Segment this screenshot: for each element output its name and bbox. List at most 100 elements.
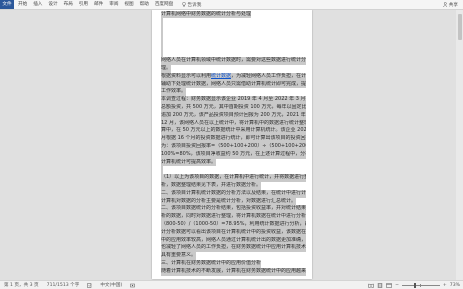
tab-baidu-netdisk[interactable]: 百度网盘 [155,0,173,9]
line-text: 计分析数据可以看出该项目在计算机统计中的投资收益，该数据在统计 [161,228,306,237]
tell-me-box[interactable]: 告诉我 [182,0,201,9]
share-label: 共享 [448,2,458,8]
document-line[interactable] [161,49,306,58]
macro-icon[interactable] [130,283,136,288]
document-line[interactable]: 网络人员在计算机领域中统计数据时，需要对这些数据进行统计分析和处 [161,57,306,66]
tab-design[interactable]: 设计 [48,0,57,9]
line-text: 辅助下处理统计数据，网络人员只需借助计算机统计即可完成，提高了 [161,80,306,89]
tab-home[interactable]: 开始 [18,0,27,9]
web-layout-icon[interactable] [386,282,392,288]
zoom-level[interactable]: 73% [450,283,460,288]
tell-me-label: 告诉我 [187,2,202,8]
line-text: 计算机对数据的分析主要是统计分析，对数据进行汇总统计。 [161,197,297,206]
language-indicator[interactable]: 中文(中国) [100,282,122,288]
document-line[interactable]: 工作效率。 [161,88,306,97]
document-line[interactable] [161,166,306,175]
tab-file[interactable]: 文件 [0,0,14,9]
zoom-slider-center-mark [420,283,422,287]
zoom-in-button[interactable]: + [443,283,447,288]
zoom-out-button[interactable]: − [395,283,399,288]
tab-layout[interactable]: 布局 [64,0,73,9]
document-line[interactable]: 具有重要意义。 [161,252,306,260]
document-line[interactable]: 二、该项目计算机统计数据的分析方法以及结果，在统计中进行计算， [161,189,306,198]
status-left-group: 第 1 页，共 3 页 711/1513 个字 中文(中国) [4,281,136,289]
document-line[interactable]: 12 月，该网络人员在以上统计中，将计算机中的数据进行统计整理，计 [161,119,306,128]
paragraph-mark [161,49,163,58]
document-line[interactable]: 辅助下处理统计数据，网络人员只需借助计算机统计即可完成，提高了 [161,80,306,89]
document-line[interactable] [161,18,306,27]
document-line[interactable]: 计分析数据可以看出该项目在计算机统计中的投资收益，该数据在统计 [161,228,306,237]
line-text: （800-50）/（1000-50）=78.95%，利用统计数据进行分析，由计算… [161,221,306,229]
tab-insert[interactable]: 插入 [33,0,42,9]
line-text: 析，数据整理结果见下表，并进行数据分析。 [161,182,262,190]
line-text: 计算机统计可提高效率。 [161,158,217,167]
paragraph-mark [161,166,163,175]
share-button[interactable]: 共享 [443,0,458,9]
document-line[interactable]: 也减轻了网络人员的工作负担，在财务数据统计中应用计算机技术 [161,244,306,253]
document-line[interactable]: 100%=80%，该项目净收益约 50 万元，在上述计算过程中，分析中 [161,150,306,159]
line-text: 追加 200 万元，该产品投资项目预计回报为 200 万元，2021 年 [161,111,306,120]
paragraph-mark [161,41,163,50]
document-line[interactable]: 析，数据整理结果见下表，并进行数据分析。 [161,182,306,190]
ribbon-tab-bar: 文件 开始 插入 设计 布局 引用 邮件 审阅 视图 帮助 百度网盘 告诉我 共… [0,0,463,10]
document-body[interactable]: 计算机网络中财务数据的统计分析与处理 网络人员在计算机领域中统计数据时，需要对这些… [161,10,306,276]
document-line[interactable]: （800-50）/（1000-50）=78.95%，利用统计数据进行分析，由计算… [161,221,306,229]
document-line[interactable] [161,33,306,42]
document-line[interactable]: 析的数据，同时对数据进行整理，将计算机数据在统计中进行分析，即 [161,213,306,222]
line-text: 本调查过程：财务数据显示该企业 2019 年 4 月至 2022 年 3 月投资… [161,96,306,105]
print-layout-icon[interactable] [377,282,384,288]
status-bar: 第 1 页，共 3 页 711/1513 个字 中文(中国) − + 73% [0,280,463,289]
document-line[interactable]: 计算机统计可提高效率。 [161,158,306,167]
document-canvas[interactable]: 计算机网络中财务数据的统计分析与处理 网络人员在计算机领域中统计数据时，需要对这些… [0,10,463,280]
vertical-scrollbar[interactable] [456,10,463,280]
paragraph-mark [161,18,163,27]
document-line[interactable]: 算中，在 50 万元以上的数据统计中采用计算机统计。该企业 2022 年 4 [161,127,306,136]
line-text: 具有重要意义。 [161,252,197,260]
document-line[interactable]: 随着计算机技术的不断发展，计算机在财务数据统计中的应用越来越广 [161,267,306,276]
status-right-group: − + 73% [368,281,460,289]
line-text: 二、该项目计算机统计数据的分析方法以及结果，在统计中进行计算， [161,189,306,198]
line-text: 析的数据，同时对数据进行整理，将计算机数据在统计中进行分析，即 [161,213,306,222]
document-line[interactable] [161,26,306,34]
tab-references[interactable]: 引用 [79,0,88,9]
read-mode-icon[interactable] [368,283,374,288]
tab-view[interactable]: 视图 [124,0,133,9]
document-page[interactable]: 计算机网络中财务数据的统计分析与处理 网络人员在计算机领域中统计数据时，需要对这些… [152,10,312,279]
document-line[interactable]: 二、该项目数据统计的分析结果，包括投资收益率，并对统计结果进行分 [161,205,306,214]
line-text: 三、计算机在财务数据统计中的应用价值分析 [161,260,262,268]
proofing-icon[interactable] [87,282,92,288]
tab-review[interactable]: 审阅 [109,0,118,9]
line-text: 二、该项目数据统计的分析结果，包括投资收益率，并对统计结果进行分 [161,205,306,214]
document-line[interactable]: 本调查过程：财务数据显示该企业 2019 年 4 月至 2022 年 3 月投资… [161,96,306,105]
document-line[interactable]: 为：该项目投资回报率=（500+100+200）÷（500+100+200+20… [161,143,306,151]
document-line[interactable]: 计算机对数据的分析主要是统计分析，对数据进行汇总统计。 [161,197,306,206]
line-text: 12 月，该网络人员在以上统计中，将计算机中的数据进行统计整理，计 [161,119,306,128]
line-text: ，为减轻网络人员工作负担，在计算机 [231,72,306,81]
line-text: 100%=80%，该项目净收益约 50 万元，在上述计算过程中，分析中 [161,150,306,159]
zoom-slider[interactable] [401,282,440,288]
document-line[interactable]: 三、计算机在财务数据统计中的应用价值分析 [161,260,306,268]
document-line[interactable]: 追加 200 万元，该产品投资项目预计回报为 200 万元，2021 年 [161,111,306,120]
document-line[interactable]: 中的应用效率较高，网络人员通过计算机统计出的数据更加准确，同时 [161,236,306,245]
tab-mailings[interactable]: 邮件 [94,0,103,9]
document-line[interactable]: 理。 [161,65,306,73]
scrollbar-thumb[interactable] [457,14,462,40]
paragraph-mark [161,26,163,34]
document-line[interactable] [161,41,306,50]
page-count[interactable]: 第 1 页，共 3 页 [4,282,39,288]
hyperlink[interactable]: 统计数据 [211,72,232,81]
line-text: 根据资料显示可以利用 [161,72,212,81]
zoom-slider-thumb[interactable] [414,282,416,288]
document-line[interactable]: 月根据 16 个月的投资数据进行统计，即可计算出该项目的投资回报比 [161,135,306,144]
document-line[interactable]: 根据资料显示可以利用统计数据，为减轻网络人员工作负担，在计算机 [161,72,306,81]
document-line[interactable]: （1）以上为该项目的数据，在计算机中进行统计，并将数据进行整理分 [161,174,306,183]
document-line[interactable]: 计算机网络中财务数据的统计分析与处理 [161,10,306,19]
line-text: 月根据 16 个月的投资数据进行统计，即可计算出该项目的投资回报比 [161,135,306,144]
line-text: 理。 [161,65,172,73]
lightbulb-icon [182,2,186,7]
tab-help[interactable]: 帮助 [140,0,149,9]
line-text: （1）以上为该项目的数据，在计算机中进行统计，并将数据进行整理分 [161,174,306,183]
line-text: 网络人员在计算机领域中统计数据时，需要对这些数据进行统计分析和处 [161,57,306,66]
document-line[interactable]: 总额投资，共 500 万元，其中首期投资 100 万元，每年以固定比例 [161,104,306,112]
word-count[interactable]: 711/1513 个字 [47,282,80,288]
